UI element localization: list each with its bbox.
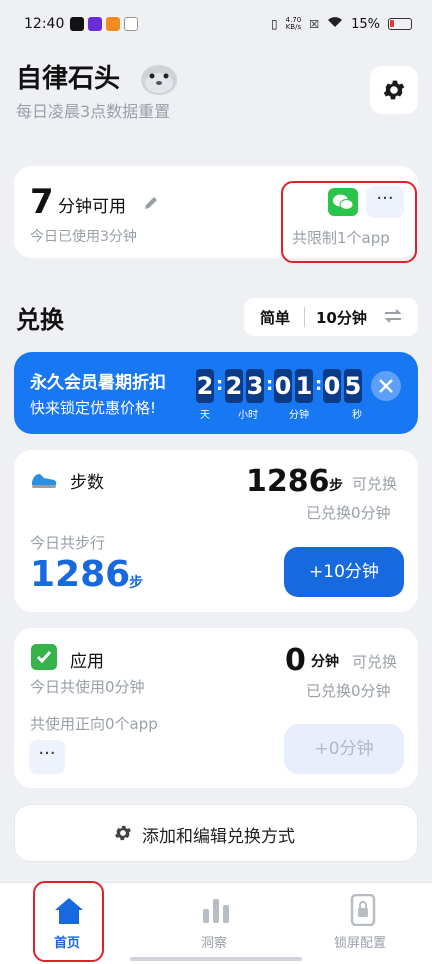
used-today: 今日已使用3分钟 (30, 229, 137, 245)
promo-title: 永久会员暑期折扣 (30, 373, 166, 393)
gear-icon (383, 80, 405, 100)
steps-count: 1286 (246, 464, 330, 499)
vibrate-icon: ▯ (271, 17, 278, 31)
promo-close-button[interactable] (371, 371, 401, 401)
exchange-title: 兑换 (16, 306, 64, 334)
countdown-minutes-1: 0 (274, 369, 292, 403)
settings-button[interactable] (370, 66, 418, 114)
label-hour: 小时 (238, 410, 258, 421)
home-indicator[interactable] (130, 957, 302, 961)
status-time: 12:40 (24, 16, 65, 32)
countdown-colon: : (216, 374, 224, 395)
countdown-minutes-2: 1 (295, 369, 313, 403)
nav-lock-screen[interactable]: 锁屏配置 (334, 932, 386, 951)
apps-redeem-button[interactable]: +0分钟 (284, 724, 404, 774)
app-notification-icon-3 (124, 17, 138, 31)
steps-today-unit: 步 (129, 575, 143, 591)
reset-hint: 每日凌晨3点数据重置 (16, 102, 171, 121)
add-edit-label: 添加和编辑兑换方式 (142, 827, 295, 847)
battery-icon (388, 18, 412, 30)
apps-positive: 共使用正向0个app (30, 715, 158, 733)
apps-label: 应用 (70, 652, 104, 672)
highlight-box (281, 181, 417, 263)
countdown-hours-2: 3 (246, 369, 264, 403)
steps-today-label: 今日共步行 (30, 534, 106, 552)
steps-exchangeable: 可兑换 (352, 475, 398, 493)
countdown-hours-1: 2 (225, 369, 243, 403)
edit-icon[interactable] (143, 195, 159, 215)
network-speed: 4.70 KB/s (285, 16, 302, 31)
label-day: 天 (200, 410, 210, 421)
apps-redeemed: 已兑换0分钟 (306, 682, 391, 700)
check-icon (31, 644, 57, 670)
countdown-seconds-1: 0 (323, 369, 341, 403)
highlight-box (33, 881, 104, 962)
gear-icon (113, 823, 133, 847)
mode-minutes[interactable]: 10分钟 (316, 307, 367, 328)
status-right: ▯ 4.70 KB/s ☒ 15% (271, 16, 412, 32)
apps-more-button[interactable]: ··· (29, 740, 65, 774)
page-title: 自律石头 (16, 64, 121, 94)
wifi-icon (327, 16, 343, 32)
countdown-days: 2 (196, 369, 214, 403)
apps-exchangeable: 可兑换 (352, 653, 398, 671)
apps-today: 今日共使用0分钟 (30, 678, 145, 696)
label-minute: 分钟 (289, 410, 309, 421)
app-notification-icon-2 (106, 17, 120, 31)
promo-subtitle: 快来锁定优惠价格! (30, 399, 157, 417)
steps-today-count: 1286 (30, 554, 131, 595)
battery-percent: 15% (351, 16, 380, 32)
apps-minutes-unit: 分钟 (311, 654, 339, 670)
steps-redeemed: 已兑换0分钟 (306, 504, 391, 522)
label-second: 秒 (352, 410, 362, 421)
available-label: 分钟可用 (58, 197, 126, 217)
mode-simple[interactable]: 简单 (260, 307, 290, 328)
steps-label: 步数 (70, 473, 104, 493)
shoe-icon (30, 468, 58, 494)
steps-count-unit: 步 (329, 478, 343, 494)
available-minutes: 7 (30, 182, 54, 222)
bar-chart-icon[interactable] (200, 895, 232, 929)
mascot-icon (137, 56, 181, 96)
countdown-seconds-2: 5 (344, 369, 362, 403)
countdown-colon: : (266, 374, 274, 395)
countdown-colon: : (315, 374, 323, 395)
swap-icon[interactable] (384, 308, 402, 328)
steps-redeem-button[interactable]: +10分钟 (284, 547, 404, 597)
app-notification-icon (88, 17, 102, 31)
tiktok-icon (70, 17, 84, 31)
close-icon (379, 379, 393, 393)
sim-icon: ☒ (309, 17, 320, 31)
mode-divider (304, 307, 305, 327)
apps-minutes: 0 (285, 643, 306, 678)
nav-insight[interactable]: 洞察 (201, 932, 227, 951)
lock-phone-icon[interactable] (350, 893, 376, 930)
